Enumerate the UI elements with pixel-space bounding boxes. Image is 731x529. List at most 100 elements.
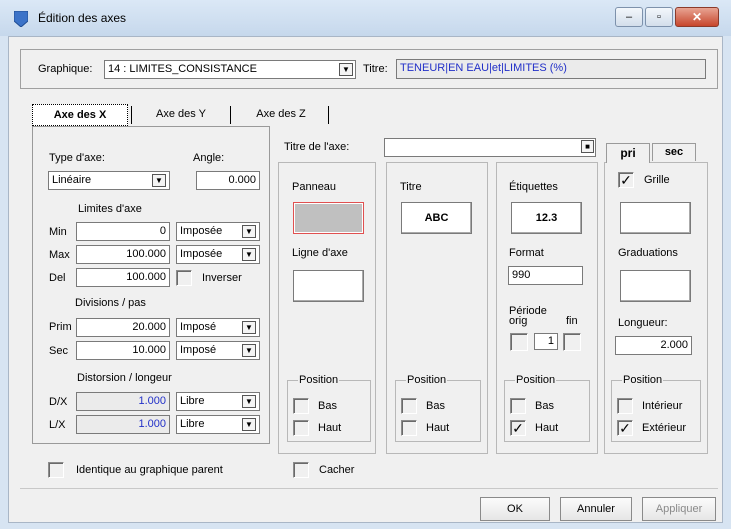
period-orig-spin[interactable] — [510, 333, 528, 351]
sec-mode-select[interactable]: Imposé ▼ — [176, 341, 260, 360]
prim-label: Prim — [49, 321, 72, 333]
title-position-legend: Position — [406, 374, 448, 386]
lx-label: L/X — [49, 419, 66, 431]
lx-mode-select[interactable]: Libre ▼ — [176, 415, 260, 434]
labels-col-label: Étiquettes — [509, 181, 558, 193]
ok-button[interactable]: OK — [480, 497, 550, 521]
sec-label: Sec — [49, 345, 68, 357]
period-input[interactable]: 1 — [534, 333, 558, 350]
grid-label: Grille — [644, 174, 670, 186]
period-fin-spin[interactable] — [563, 333, 581, 351]
length-input[interactable]: 2.000 — [615, 336, 692, 355]
labels-bas-label: Bas — [535, 400, 554, 412]
chart-title-field[interactable]: TENEUR|EN EAU|et|LIMITES (%) — [396, 59, 706, 79]
length-label: Longueur: — [618, 317, 668, 329]
exterior-checkbox[interactable]: ✓ — [617, 420, 633, 436]
del-input[interactable]: 100.000 — [76, 268, 170, 287]
checkmark-icon: ✓ — [620, 172, 632, 188]
chevron-down-icon[interactable]: ▼ — [242, 321, 256, 334]
chart-select[interactable]: 14 : LIMITES_CONSISTANCE ▼ — [104, 60, 356, 79]
maximize-button[interactable]: ▫ — [645, 7, 673, 27]
hide-label: Cacher — [319, 464, 355, 476]
axis-title-input[interactable] — [384, 138, 596, 157]
chevron-down-icon[interactable]: ▼ — [242, 395, 256, 408]
app-icon — [14, 11, 28, 27]
lx-field: 1.000 — [76, 415, 170, 434]
labels-haut-label: Haut — [535, 422, 559, 434]
minimize-icon: ‒ — [625, 11, 633, 23]
chevron-down-icon[interactable]: ▼ — [242, 344, 256, 357]
chevron-down-icon[interactable]: ▼ — [339, 63, 353, 76]
interior-checkbox[interactable] — [617, 398, 633, 414]
cancel-button[interactable]: Annuler — [560, 497, 632, 521]
invert-checkbox[interactable] — [176, 270, 192, 286]
checkmark-icon: ✓ — [512, 420, 524, 436]
labels-font-button[interactable]: 12.3 — [511, 202, 582, 234]
tab-separator — [328, 106, 329, 124]
identical-parent-checkbox[interactable] — [48, 462, 64, 478]
minimize-button[interactable]: ‒ — [615, 7, 643, 27]
title-haut-label: Haut — [426, 422, 450, 434]
dx-field: 1.000 — [76, 392, 170, 411]
tab-pri[interactable]: pri — [606, 143, 650, 163]
min-input[interactable]: 0 — [76, 222, 170, 241]
panel-bas-checkbox[interactable] — [293, 398, 309, 414]
tab-axe-y[interactable]: Axe des Y — [136, 104, 226, 126]
title-bas-label: Bas — [426, 400, 445, 412]
panel-label: Panneau — [292, 181, 337, 193]
min-mode-select[interactable]: Imposée ▼ — [176, 222, 260, 241]
tab-axe-z[interactable]: Axe des Z — [236, 104, 326, 126]
angle-input[interactable]: 0.000 — [196, 171, 260, 190]
labels-position-legend: Position — [515, 374, 557, 386]
axis-type-select[interactable]: Linéaire ▼ — [48, 171, 170, 190]
close-button[interactable]: ✕ — [675, 7, 719, 27]
title-col-label: Titre — [400, 181, 422, 193]
hide-checkbox[interactable] — [293, 462, 309, 478]
title-font-button[interactable]: ABC — [401, 202, 472, 234]
min-label: Min — [49, 226, 67, 238]
checkmark-icon: ✓ — [619, 420, 631, 436]
title-haut-checkbox[interactable] — [401, 420, 417, 436]
panel-haut-checkbox[interactable] — [293, 420, 309, 436]
limits-heading: Limites d'axe — [78, 203, 142, 215]
panel-color-swatch[interactable] — [293, 202, 364, 234]
max-input[interactable]: 100.000 — [76, 245, 170, 264]
invert-label: Inverser — [202, 272, 242, 284]
title-bas-checkbox[interactable] — [401, 398, 417, 414]
format-label: Format — [509, 247, 544, 259]
fin-label: fin — [566, 315, 578, 327]
chevron-down-icon[interactable]: ▼ — [152, 174, 166, 187]
labels-bas-checkbox[interactable] — [510, 398, 526, 414]
chart-label: Graphique: — [38, 63, 93, 75]
grid-position-legend: Position — [622, 374, 664, 386]
chevron-down-icon[interactable]: ▼ — [242, 418, 256, 431]
panel-bas-label: Bas — [318, 400, 337, 412]
max-label: Max — [49, 249, 70, 261]
panel-haut-label: Haut — [318, 422, 342, 434]
distortion-heading: Distorsion / longeur — [77, 372, 172, 384]
axis-line-button[interactable] — [293, 270, 364, 302]
identical-parent-label: Identique au graphique parent — [76, 464, 223, 476]
grid-checkbox[interactable]: ✓ — [618, 172, 634, 188]
chart-select-value: 14 : LIMITES_CONSISTANCE — [108, 63, 257, 75]
title-label: Titre: — [363, 63, 388, 75]
graduations-style-button[interactable] — [620, 270, 691, 302]
chevron-down-icon[interactable]: ▼ — [242, 248, 256, 261]
tab-sec[interactable]: sec — [652, 143, 696, 161]
prim-mode-select[interactable]: Imposé ▼ — [176, 318, 260, 337]
grid-style-button[interactable] — [620, 202, 691, 234]
axis-title-label: Titre de l'axe: — [284, 141, 350, 153]
max-mode-select[interactable]: Imposée ▼ — [176, 245, 260, 264]
window-title: Édition des axes — [38, 11, 127, 25]
del-label: Del — [49, 272, 66, 284]
dx-mode-select[interactable]: Libre ▼ — [176, 392, 260, 411]
chevron-down-icon[interactable]: ▼ — [242, 225, 256, 238]
prim-input[interactable]: 20.000 — [76, 318, 170, 337]
sec-input[interactable]: 10.000 — [76, 341, 170, 360]
dx-label: D/X — [49, 396, 68, 408]
menu-icon[interactable]: ■ — [581, 140, 594, 153]
labels-haut-checkbox[interactable]: ✓ — [510, 420, 526, 436]
format-input[interactable]: 990 — [508, 266, 583, 285]
tab-axe-x[interactable]: Axe des X — [32, 104, 128, 126]
apply-button[interactable]: Appliquer — [642, 497, 716, 521]
